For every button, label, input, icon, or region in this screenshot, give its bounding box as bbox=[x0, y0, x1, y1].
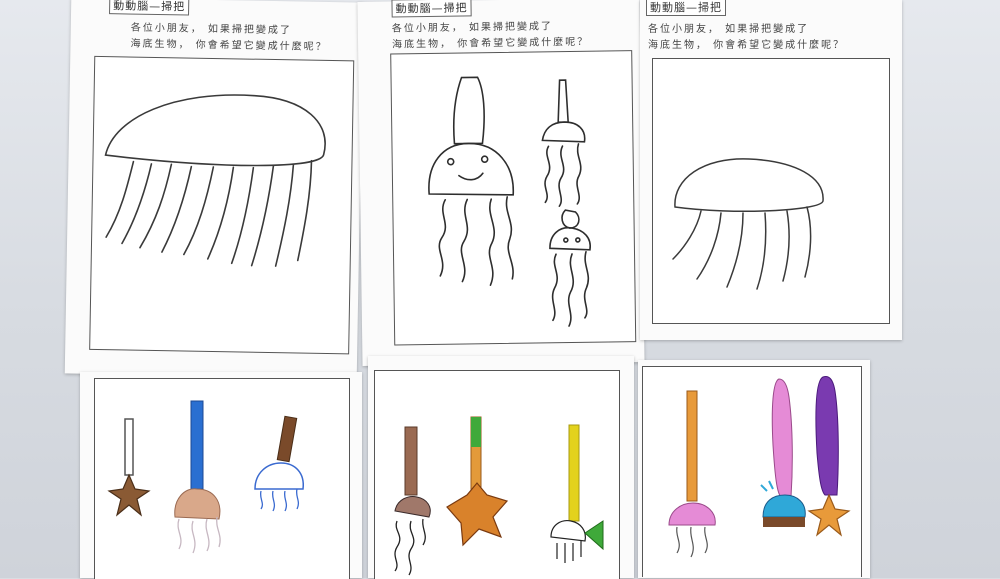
drawing-frame bbox=[94, 378, 350, 579]
broom-creatures-drawing-1 bbox=[107, 400, 304, 554]
worksheet-prompt-line-1: 各位小朋友， 如果掃把變成了 bbox=[391, 21, 554, 35]
worksheet-prompt-line-1: 各位小朋友， 如果掃把變成了 bbox=[648, 24, 810, 35]
worksheet-2: 動動腦—掃把 各位小朋友， 如果掃把變成了 海底生物， 你會希望它變成什麼呢？ bbox=[357, 0, 645, 366]
worksheet-title: 動動腦—掃把 bbox=[109, 0, 190, 16]
small-jellyfish-drawing bbox=[672, 158, 824, 290]
drawing-frame bbox=[390, 50, 637, 346]
jellyfish-drawing bbox=[104, 94, 326, 267]
worksheet-prompt-line-2: 海底生物， 你會希望它變成什麼呢？ bbox=[391, 36, 590, 51]
worksheet-5 bbox=[368, 356, 634, 579]
drawing-frame bbox=[642, 366, 862, 577]
drawing-frame bbox=[374, 370, 620, 579]
worksheet-1: 動動腦—掃把 各位小朋友， 如果掃把變成了 海底生物， 你會希望它變成什麼呢？ bbox=[64, 0, 364, 379]
drawing-frame bbox=[652, 58, 890, 324]
worksheet-prompt-line-2: 海底生物， 你會希望它變成什麼呢？ bbox=[130, 38, 328, 53]
worksheet-prompt-line-2: 海底生物， 你會希望它變成什麼呢？ bbox=[648, 40, 846, 51]
broom-creatures-drawing-2 bbox=[394, 416, 604, 576]
drawing-frame bbox=[89, 55, 355, 355]
worksheet-prompt-line-1: 各位小朋友， 如果掃把變成了 bbox=[130, 22, 293, 37]
squid-drawing bbox=[428, 76, 591, 327]
broom-creatures-drawing-3 bbox=[668, 376, 851, 558]
worksheet-6 bbox=[638, 360, 870, 578]
worksheet-3: 動動腦—掃把 各位小朋友， 如果掃把變成了 海底生物， 你會希望它變成什麼呢？ bbox=[640, 0, 902, 340]
worksheet-title: 動動腦—掃把 bbox=[391, 0, 472, 18]
worksheet-title: 動動腦—掃把 bbox=[646, 0, 726, 16]
worksheet-4 bbox=[80, 372, 362, 579]
